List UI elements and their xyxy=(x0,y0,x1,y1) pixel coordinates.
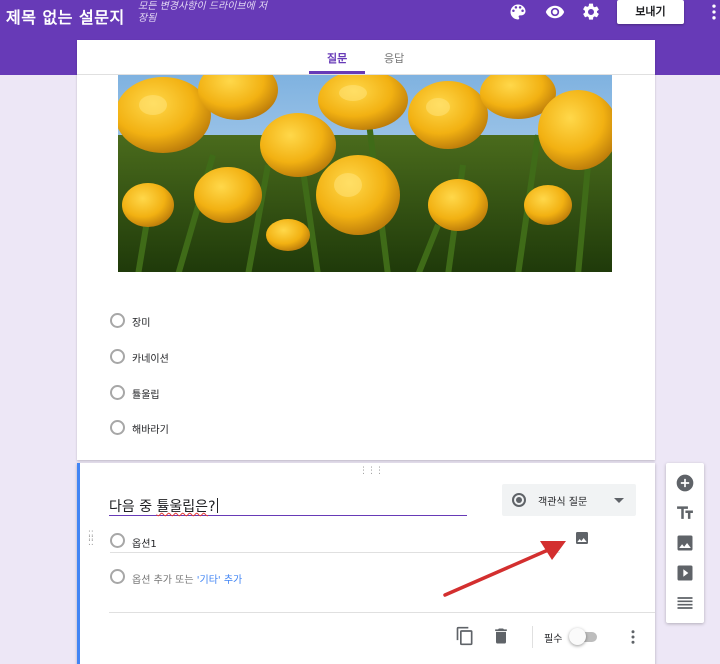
add-option-link[interactable]: 옵션 추가 xyxy=(132,575,172,586)
radio-button xyxy=(110,569,125,584)
side-toolbar xyxy=(666,463,704,623)
duplicate-icon[interactable] xyxy=(455,626,475,646)
eye-icon[interactable] xyxy=(545,2,565,22)
question-card-1[interactable]: 질문 응답 장미 카네이션 튤울립 해바라기 xyxy=(77,40,655,460)
gear-icon[interactable] xyxy=(581,2,601,22)
image-icon[interactable] xyxy=(574,530,590,546)
choice-label: 카네이션 xyxy=(132,354,169,365)
required-label: 필수 xyxy=(544,634,563,645)
active-card-accent xyxy=(77,463,80,664)
choice-label: 장미 xyxy=(132,318,151,329)
add-section-icon[interactable] xyxy=(675,593,695,613)
dropdown-arrow-icon xyxy=(614,498,624,503)
form-title[interactable]: 제목 없는 설문지 xyxy=(6,4,125,28)
active-tab-indicator xyxy=(309,71,365,74)
more-vert-icon[interactable] xyxy=(628,628,638,646)
question-type-label: 객관식 질문 xyxy=(538,497,588,508)
tab-questions[interactable]: 질문 xyxy=(327,50,347,66)
question-title-misspelled: 튤울립은 xyxy=(156,499,209,515)
add-other-suffix[interactable]: 추가 xyxy=(221,575,242,586)
radio-button[interactable] xyxy=(110,385,125,400)
option-1-input[interactable]: 옵션1 xyxy=(132,535,157,550)
radio-checked-icon xyxy=(512,493,526,507)
question-card-2[interactable]: ⋮⋮⋮ 다음 중 튤울립은? 객관식 질문 ⁚⁚ ⁚⁚ ⁚⁚ 옵션1 옵션 추가 또… xyxy=(77,463,655,664)
add-title-icon[interactable] xyxy=(675,503,695,523)
question-title-prefix: 다음 중 xyxy=(109,499,157,515)
choice-label: 해바라기 xyxy=(132,425,169,436)
tulip-image xyxy=(118,75,612,272)
card-footer-divider xyxy=(109,612,655,613)
tab-responses[interactable]: 응답 xyxy=(384,50,404,66)
add-question-icon[interactable] xyxy=(675,473,695,493)
option-drag-handle-icon[interactable]: ⁚⁚ ⁚⁚ ⁚⁚ xyxy=(88,531,96,548)
add-option-text: 옵션 추가 또는 '기타' 추가 xyxy=(132,571,242,586)
add-other-link[interactable]: '기타' xyxy=(197,575,221,586)
footer-separator xyxy=(532,626,533,648)
question-title-suffix: ? xyxy=(208,499,216,515)
trash-icon[interactable] xyxy=(491,626,511,646)
radio-button[interactable] xyxy=(110,420,125,435)
radio-button[interactable] xyxy=(110,313,125,328)
option-1-row[interactable]: 옵션1 xyxy=(110,533,560,553)
text-cursor xyxy=(216,498,218,513)
tab-bar: 질문 응답 xyxy=(77,40,655,75)
add-image-icon[interactable] xyxy=(675,533,695,553)
add-video-icon[interactable] xyxy=(675,563,695,583)
palette-icon[interactable] xyxy=(508,2,528,22)
send-button[interactable]: 보내기 xyxy=(617,0,684,24)
add-or-text: 또는 xyxy=(171,575,197,586)
drag-handle-icon[interactable]: ⋮⋮⋮ xyxy=(359,466,384,476)
question-type-dropdown[interactable]: 객관식 질문 xyxy=(502,484,636,516)
question-title-input[interactable]: 다음 중 튤울립은? xyxy=(109,496,467,516)
more-vert-icon[interactable] xyxy=(704,2,720,22)
radio-button[interactable] xyxy=(110,349,125,364)
save-status: 모든 변경사항이 드라이브에 저장됨 xyxy=(138,1,268,24)
radio-button xyxy=(110,533,125,548)
required-toggle-knob[interactable] xyxy=(569,628,586,645)
choice-label: 튤울립 xyxy=(132,390,160,401)
